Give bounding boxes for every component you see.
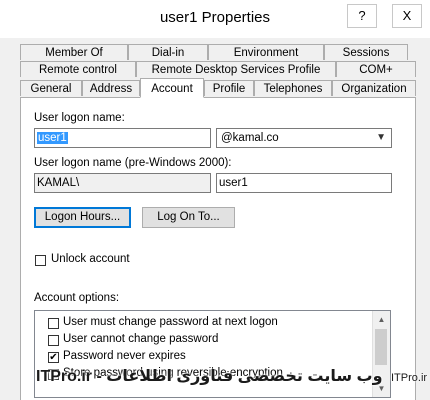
tab-telephones[interactable]: Telephones xyxy=(254,80,332,96)
option-checkbox[interactable]: ✔ xyxy=(48,352,59,363)
list-item[interactable]: User must change password at next logon xyxy=(35,315,390,332)
account-tab-panel: User logon name: user1 @kamal.co ▼ User … xyxy=(20,97,416,400)
site-watermark: ITPro.ir - وب سایت تخصصی فناوری اطلاعات … xyxy=(36,366,427,386)
title-bar: user1 Properties ? X xyxy=(0,0,430,38)
option-label: Password never expires xyxy=(63,350,186,362)
checkmark-icon: ✔ xyxy=(49,352,58,363)
unlock-account-label: Unlock account xyxy=(51,253,130,265)
tab-member-of[interactable]: Member Of xyxy=(20,44,128,60)
option-label: User must change password at next logon xyxy=(63,316,278,328)
option-label: User cannot change password xyxy=(63,333,219,345)
upn-suffix-dropdown[interactable]: @kamal.co ▼ xyxy=(216,128,392,148)
scroll-up-icon[interactable]: ▲ xyxy=(373,311,390,328)
list-item[interactable]: ✔ Password never expires xyxy=(35,349,390,366)
option-checkbox[interactable] xyxy=(48,318,59,329)
account-options-label: Account options: xyxy=(34,292,120,304)
tab-remote-desktop-services-profile[interactable]: Remote Desktop Services Profile xyxy=(136,61,336,77)
tab-account[interactable]: Account xyxy=(140,78,204,98)
properties-dialog: user1 Properties ? X Member Of Dial-in E… xyxy=(0,0,430,400)
tab-general[interactable]: General xyxy=(20,80,82,96)
pre2000-domain-field: KAMAL\ xyxy=(34,173,211,193)
logon-name-input[interactable]: user1 xyxy=(34,128,211,148)
tab-profile[interactable]: Profile xyxy=(204,80,254,96)
logon-hours-button[interactable]: Logon Hours... xyxy=(34,207,131,228)
option-checkbox[interactable] xyxy=(48,335,59,346)
chevron-down-icon: ▼ xyxy=(376,132,386,143)
tab-address[interactable]: Address xyxy=(82,80,140,96)
tab-com-plus[interactable]: COM+ xyxy=(336,61,416,77)
close-button[interactable]: X xyxy=(392,4,422,28)
help-button[interactable]: ? xyxy=(347,4,377,28)
scroll-thumb[interactable] xyxy=(375,329,387,365)
pre2000-user-input[interactable]: user1 xyxy=(216,173,392,193)
tab-organization[interactable]: Organization xyxy=(332,80,416,96)
tab-environment[interactable]: Environment xyxy=(208,44,324,60)
tab-dial-in[interactable]: Dial-in xyxy=(128,44,208,60)
watermark-small-text: ITPro.ir xyxy=(391,372,428,384)
tab-remote-control[interactable]: Remote control xyxy=(20,61,136,77)
list-item[interactable]: User cannot change password xyxy=(35,332,390,349)
watermark-text: ITPro.ir - وب سایت تخصصی فناوری اطلاعات xyxy=(36,368,383,385)
upn-suffix-value: @kamal.co xyxy=(221,132,279,144)
unlock-account-checkbox[interactable] xyxy=(35,255,46,266)
pre2000-label: User logon name (pre-Windows 2000): xyxy=(34,157,232,169)
logon-name-label: User logon name: xyxy=(34,112,125,124)
log-on-to-button[interactable]: Log On To... xyxy=(142,207,235,228)
logon-name-value: user1 xyxy=(37,132,68,144)
tab-sessions[interactable]: Sessions xyxy=(324,44,408,60)
